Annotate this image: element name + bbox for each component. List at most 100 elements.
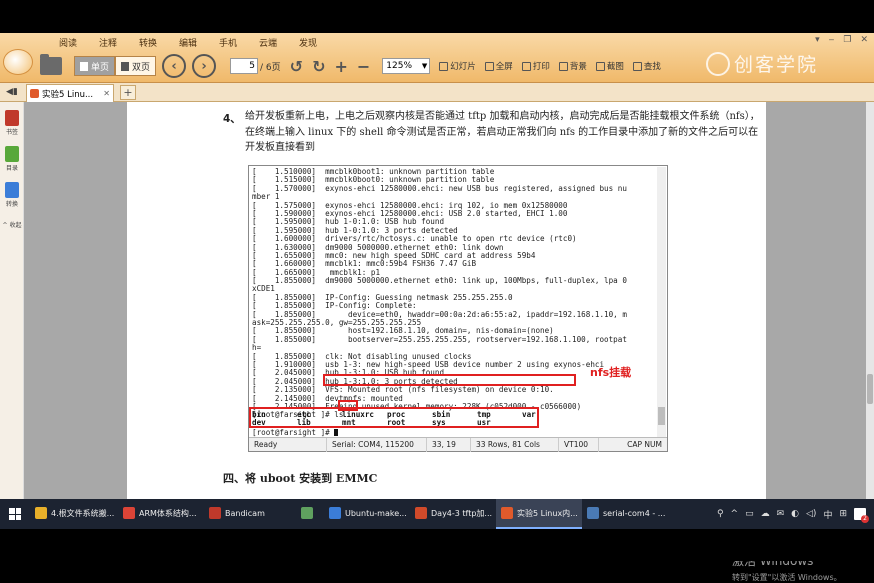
grid-icon[interactable]: ⊞ xyxy=(839,509,847,519)
start-button[interactable] xyxy=(0,499,30,529)
taskbar-app[interactable]: Day4-3 tftp加... xyxy=(410,499,496,529)
maximize-icon[interactable]: ❐ xyxy=(843,35,851,45)
pdf-page: 4、 给开发板重新上电，上电之后观察内核是否能通过 tftp 加载和启动内核，启… xyxy=(127,102,766,499)
print-button[interactable]: 打印 xyxy=(521,60,550,72)
page-total: / 6页 xyxy=(260,62,281,73)
taskbar-app[interactable]: serial-com4 - ... xyxy=(582,499,668,529)
open-folder-icon[interactable] xyxy=(40,54,62,75)
terminal-statusbar: Ready Serial: COM4, 115200 33, 19 33 Row… xyxy=(249,437,667,452)
slideshow-label: 幻灯片 xyxy=(450,62,476,72)
screenshot-button[interactable]: 截图 xyxy=(595,60,624,72)
tab-document[interactable]: 实验5 Linu... ✕ xyxy=(26,84,114,102)
tab-close-icon[interactable]: ✕ xyxy=(103,89,110,98)
zoom-out-icon[interactable]: − xyxy=(357,57,370,76)
terminal-line: [ 1.570000] exynos-ehci 12580000.ehci: n… xyxy=(252,183,627,193)
search-button[interactable]: 查找 xyxy=(632,60,661,72)
ime-indicator[interactable]: 中 xyxy=(823,508,832,521)
prompt-text: [root@farsight ]# xyxy=(252,428,335,437)
background-button[interactable]: 背景 xyxy=(558,60,587,72)
show-hidden-icon[interactable]: ^ xyxy=(731,509,739,519)
cursor xyxy=(334,429,339,436)
prev-page-button[interactable]: ‹ xyxy=(162,54,187,78)
cloud-icon[interactable]: ☁ xyxy=(761,509,770,519)
windows-taskbar: 4.根文件系统搬... ARM体系结构... Bandicam Ubuntu-make… xyxy=(0,499,874,529)
taskbar-app[interactable]: Bandicam xyxy=(204,499,296,529)
zoom-in-icon[interactable]: + xyxy=(334,57,347,76)
scroll-thumb[interactable] xyxy=(867,374,873,404)
app-icon xyxy=(35,507,47,519)
zoom-select[interactable]: 125% xyxy=(382,58,431,74)
search-icon xyxy=(632,61,642,71)
network-icon[interactable]: ◐ xyxy=(791,509,799,519)
menu-read[interactable]: 阅读 xyxy=(48,36,88,49)
nfs-annotation: nfs挂载 xyxy=(590,366,632,379)
dropdown-icon[interactable]: ▾ xyxy=(815,35,820,45)
app-logo[interactable] xyxy=(3,49,33,75)
rail-collapse[interactable]: ^ 收起 xyxy=(2,220,22,229)
taskbar-app[interactable]: Ubuntu-make... xyxy=(324,499,410,529)
menu-edit[interactable]: 编辑 xyxy=(168,36,208,49)
window-controls: ▾ ‒ ❐ ✕ xyxy=(815,35,868,45)
fullscreen-button[interactable]: 全屏 xyxy=(484,60,513,72)
app-icon xyxy=(301,507,313,519)
rail-outline[interactable]: 目录 xyxy=(2,146,22,172)
menu-mobile[interactable]: 手机 xyxy=(208,36,248,49)
brand-logo-icon xyxy=(706,51,730,76)
taskbar-app[interactable]: 4.根文件系统搬... xyxy=(30,499,118,529)
panel-toggle-icon[interactable]: ◀▮ xyxy=(6,87,18,97)
status-term: VT100 xyxy=(559,437,599,452)
double-page-label: 双页 xyxy=(132,62,151,73)
outline-icon xyxy=(5,146,19,162)
vfs-highlight-box xyxy=(323,374,576,386)
mail-icon[interactable]: ✉ xyxy=(777,509,785,519)
rotate-right-icon[interactable]: ↻ xyxy=(312,57,325,76)
taskbar-apps: 4.根文件系统搬... ARM体系结构... Bandicam Ubuntu-make… xyxy=(30,499,668,529)
brand-text: 创客学院 xyxy=(734,54,819,76)
notification-icon[interactable]: 2 xyxy=(854,508,869,523)
page-icon xyxy=(80,61,88,71)
menu-convert[interactable]: 转换 xyxy=(128,36,168,49)
status-caps: CAP NUM xyxy=(627,439,662,449)
taskbar-app-label: 实验5 Linux内... xyxy=(517,508,578,518)
status-serial: Serial: COM4, 115200 xyxy=(327,437,427,452)
taskbar-app[interactable]: 实验5 Linux内... xyxy=(496,499,582,529)
slideshow-button[interactable]: 幻灯片 xyxy=(439,60,476,72)
notification-badge: 2 xyxy=(861,515,869,523)
double-page-icon xyxy=(121,61,130,71)
menu-cloud[interactable]: 云端 xyxy=(248,36,288,49)
menu-annotate[interactable]: 注释 xyxy=(88,36,128,49)
fullscreen-icon xyxy=(484,61,494,71)
print-label: 打印 xyxy=(532,62,550,72)
taskbar-app-label: Bandicam xyxy=(225,508,265,518)
new-tab-button[interactable]: + xyxy=(120,85,136,100)
next-page-button[interactable]: › xyxy=(192,54,217,78)
close-icon[interactable]: ✕ xyxy=(860,35,868,45)
rail-bookmark[interactable]: 书签 xyxy=(2,110,22,136)
fullscreen-label: 全屏 xyxy=(495,62,513,72)
double-page-button[interactable]: 双页 xyxy=(115,56,157,76)
tab-bar: ◀▮ 实验5 Linu... ✕ + xyxy=(0,83,874,102)
word-convert-icon xyxy=(5,182,19,198)
taskbar-app-label: 4.根文件系统搬... xyxy=(51,508,115,518)
rail-convert[interactable]: 转换 xyxy=(2,182,22,208)
rail-convert-label: 转换 xyxy=(5,201,18,208)
single-page-label: 单页 xyxy=(91,62,110,73)
taskbar-app[interactable] xyxy=(296,499,324,529)
slideshow-icon xyxy=(439,61,449,71)
section-heading: 四、将 uboot 安装到 EMMC xyxy=(223,472,378,485)
person-icon[interactable]: ⚲ xyxy=(717,509,724,519)
terminal-scrollbar xyxy=(657,167,666,437)
bookmark-icon xyxy=(5,110,19,126)
battery-icon[interactable]: ▭ xyxy=(745,509,754,519)
menu-bar: 阅读 注释 转换 编辑 手机 云端 发现 xyxy=(48,36,328,49)
minimize-icon[interactable]: ‒ xyxy=(829,35,835,45)
menu-discover[interactable]: 发现 xyxy=(288,36,328,49)
tab-label: 实验5 Linu... xyxy=(42,89,94,100)
rotate-left-icon[interactable]: ↺ xyxy=(290,57,303,76)
document-scrollbar[interactable] xyxy=(866,102,874,499)
letterbox-bottom xyxy=(0,529,874,561)
single-page-button[interactable]: 单页 xyxy=(74,56,116,76)
volume-icon[interactable]: ◁) xyxy=(806,509,816,519)
taskbar-app[interactable]: ARM体系结构... xyxy=(118,499,204,529)
page-number-input[interactable]: 5 xyxy=(230,58,259,74)
